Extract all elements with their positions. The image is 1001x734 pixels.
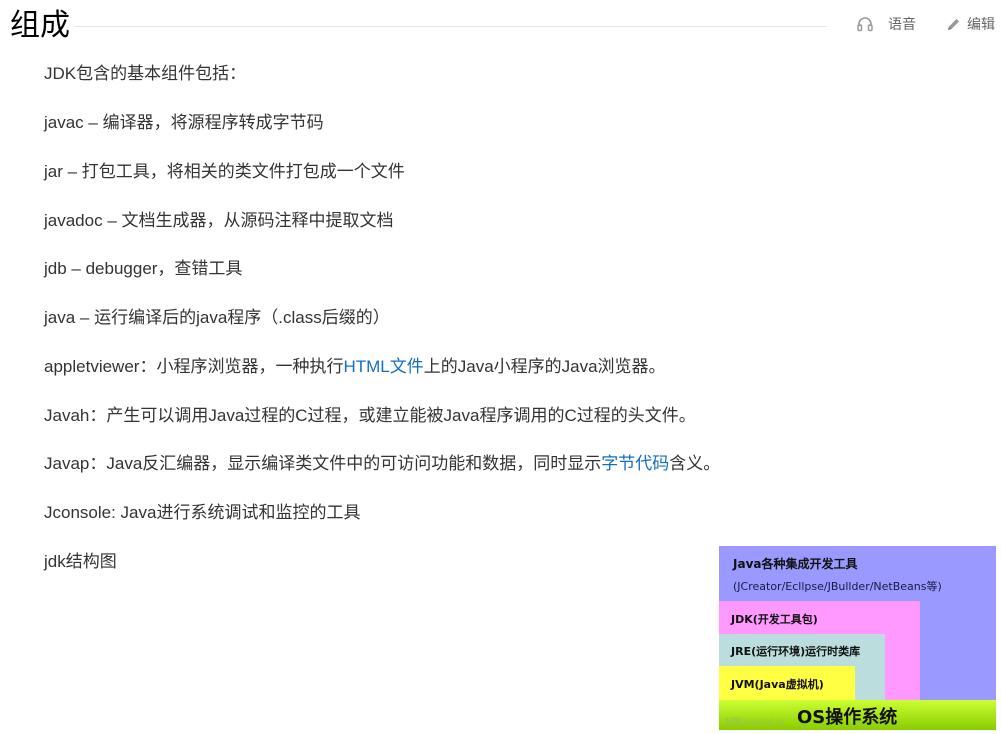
javap-text: Javap：Java反汇编器，显示编译类文件中的可访问功能和数据，同时显示 xyxy=(44,454,602,473)
diagram-caption: jdk结构图 xyxy=(44,552,117,571)
appletviewer-paragraph: appletviewer：小程序浏览器，一种执行HTML文件上的Java小程序的… xyxy=(44,355,666,379)
html-file-link[interactable]: HTML文件 xyxy=(343,357,423,376)
ide-subtitle: (JCreator/Ecllpse/JBullder/NetBeans等) xyxy=(733,580,942,593)
edit-label: 编辑 xyxy=(967,16,995,32)
voice-label: 语音 xyxy=(888,16,916,32)
os-label: OS操作系统 xyxy=(797,707,898,728)
headphones-icon xyxy=(856,15,874,33)
javap-paragraph: Javap：Java反汇编器，显示编译类文件中的可访问功能和数据，同时显示字节代… xyxy=(44,452,720,476)
jre-label: JRE(运行环境)运行时类库 xyxy=(731,645,861,658)
list-item: jdb – debugger，查错工具 xyxy=(44,259,243,278)
appletviewer-text-end: 上的Java小程序的Java浏览器。 xyxy=(423,357,666,376)
list-item: java – 运行编译后的java程序（.class后缀的） xyxy=(44,308,390,327)
list-item: javac – 编译器，将源程序转成字节码 xyxy=(44,113,324,132)
pencil-icon xyxy=(946,17,961,32)
edit-button[interactable]: 编辑 xyxy=(946,14,995,34)
bytecode-link[interactable]: 字节代码 xyxy=(601,454,669,473)
jdk-structure-diagram[interactable]: Java各种集成开发工具 (JCreator/Ecllpse/JBullder/… xyxy=(719,546,996,730)
voice-button[interactable]: 语音 xyxy=(856,14,916,34)
ide-title: Java各种集成开发工具 xyxy=(733,557,858,571)
diagram-watermark: 制图/playkid.cn xyxy=(725,717,785,726)
jvm-label: JVM(Java虚拟机) xyxy=(731,678,824,691)
jconsole-paragraph: Jconsole: Java进行系统调试和监控的工具 xyxy=(44,503,361,522)
javap-text-end: 含义。 xyxy=(669,454,721,473)
section-title: 组成 xyxy=(10,8,70,43)
section-header: 组成 语音 编辑 xyxy=(0,0,1001,50)
list-item: jar – 打包工具，将相关的类文件打包成一个文件 xyxy=(44,162,405,181)
javah-paragraph: Javah：产生可以调用Java过程的C过程，或建立能被Java程序调用的C过程… xyxy=(44,406,696,425)
intro-paragraph: JDK包含的基本组件包括： xyxy=(44,64,247,83)
jdk-label: JDK(开发工具包) xyxy=(731,613,818,626)
title-divider xyxy=(75,26,827,27)
list-item: javadoc – 文档生成器，从源码注释中提取文档 xyxy=(44,211,394,230)
appletviewer-text: appletviewer：小程序浏览器，一种执行 xyxy=(44,357,344,376)
